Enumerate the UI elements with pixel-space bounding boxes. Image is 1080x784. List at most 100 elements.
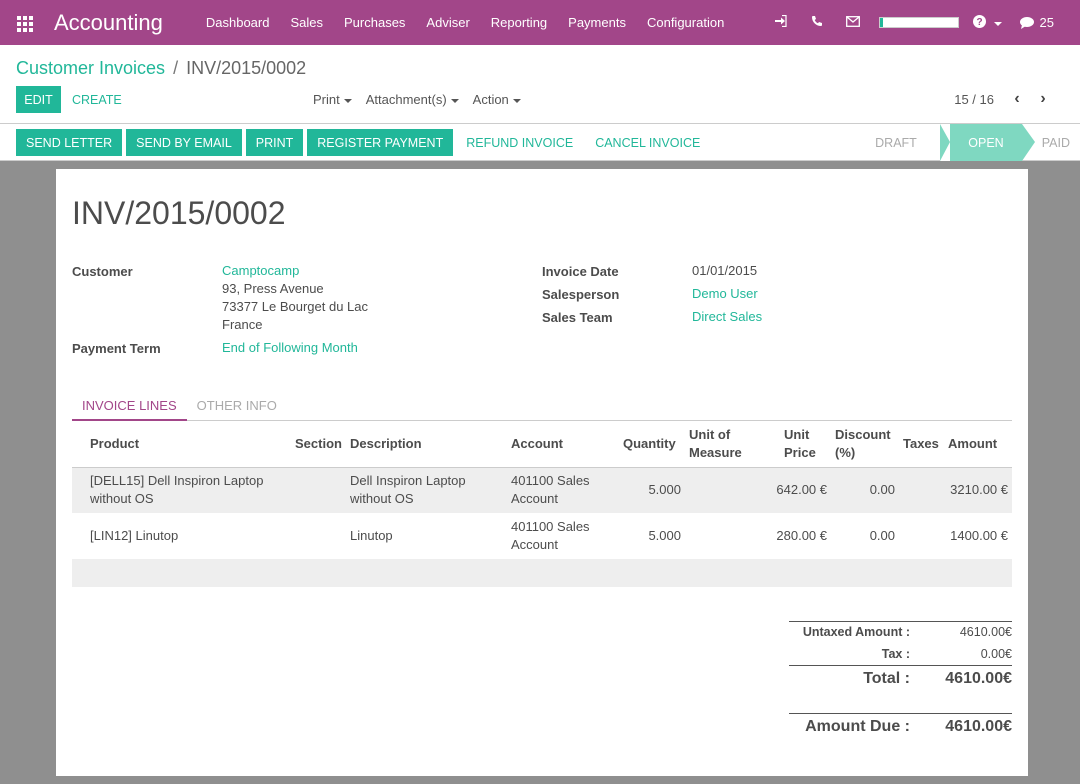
cell-account: 401100 Sales Account <box>511 519 590 552</box>
action-dropdown[interactable]: Action <box>473 92 521 107</box>
address-line: 73377 Le Bourget du Lac <box>222 299 369 314</box>
svg-text:?: ? <box>976 17 982 28</box>
status-bar: Send Letter Send by Email Print Register… <box>0 123 1080 161</box>
chevron-right-icon[interactable]: › <box>1036 90 1050 108</box>
cell-uom <box>685 467 770 513</box>
send-by-email-button[interactable]: Send by Email <box>126 129 242 156</box>
envelope-icon[interactable] <box>835 15 871 30</box>
breadcrumb-parent[interactable]: Customer Invoices <box>16 58 165 79</box>
navbar-systray: ? 25 <box>763 0 1080 45</box>
invoice-date-value: 01/01/2015 <box>692 263 758 278</box>
col-taxes[interactable]: Taxes <box>899 421 944 467</box>
help-dropdown[interactable]: ? <box>972 14 1002 31</box>
chevron-down-icon <box>450 98 459 103</box>
send-letter-button[interactable]: Send Letter <box>16 129 123 156</box>
salesperson-link[interactable]: Demo User <box>692 285 758 303</box>
payment-term-label: Payment Term <box>72 341 161 356</box>
col-account[interactable]: Account <box>507 421 619 467</box>
cell-uom <box>685 513 770 559</box>
apps-grid-icon[interactable] <box>17 15 35 32</box>
pager-value[interactable]: 15 / 16 <box>954 92 994 107</box>
menu-configuration[interactable]: Configuration <box>647 15 724 30</box>
sales-team-link[interactable]: Direct Sales <box>692 308 762 326</box>
total-value: 4610.00€ <box>945 670 1012 687</box>
cell-taxes <box>899 513 944 559</box>
cancel-invoice-button[interactable]: Cancel Invoice <box>586 129 709 156</box>
cell-description: Linutop <box>350 528 393 543</box>
col-unit-price[interactable]: Unit Price <box>770 421 831 467</box>
cell-quantity: 5.000 <box>648 482 681 498</box>
menu-payments[interactable]: Payments <box>568 15 626 30</box>
create-button[interactable]: Create <box>64 86 130 113</box>
menu-dashboard[interactable]: Dashboard <box>206 15 270 30</box>
messages-button[interactable]: 25 <box>1019 15 1054 30</box>
amount-due-value: 4610.00€ <box>945 718 1012 735</box>
cell-taxes <box>899 467 944 513</box>
breadcrumb: Customer Invoices / INV/2015/0002 <box>16 58 306 79</box>
menu-purchases[interactable]: Purchases <box>344 15 405 30</box>
notebook-tabs: Invoice Lines Other Info <box>72 396 1012 421</box>
customer-label: Customer <box>72 264 133 279</box>
pager: 15 / 16 ‹ › <box>954 90 1050 108</box>
print-button[interactable]: Print <box>245 129 304 156</box>
help-icon: ? <box>972 14 986 28</box>
cell-account: 401100 Sales Account <box>511 473 590 507</box>
chat-icon <box>1019 16 1034 29</box>
chevron-down-icon <box>512 98 521 103</box>
cell-unit-price: 642.00 € <box>776 482 827 498</box>
col-discount[interactable]: Discount (%) <box>831 421 899 467</box>
cell-unit-price: 280.00 € <box>776 528 827 543</box>
sales-team-label: Sales Team <box>542 310 613 325</box>
cell-quantity: 5.000 <box>648 528 681 543</box>
table-row[interactable]: [LIN12] Linutop Linutop 401100 Sales Acc… <box>72 513 1012 559</box>
stage-draft[interactable]: Draft <box>862 124 940 161</box>
progress-bar <box>878 17 959 28</box>
chevron-left-icon[interactable]: ‹ <box>1010 90 1024 108</box>
untaxed-label: Untaxed Amount : <box>802 625 910 639</box>
tax-value: 0.00€ <box>980 646 1012 661</box>
register-payment-button[interactable]: Register Payment <box>307 129 454 156</box>
invoice-totals: Untaxed Amount : 4610.00€ Tax : 0.00€ To… <box>789 621 1012 740</box>
total-row: Total : 4610.00€ <box>789 666 1012 692</box>
action-label: Action <box>472 92 509 107</box>
col-uom[interactable]: Unit of Measure <box>685 421 770 467</box>
menu-sales[interactable]: Sales <box>290 15 323 30</box>
untaxed-row: Untaxed Amount : 4610.00€ <box>789 622 1012 642</box>
customer-field: Camptocamp 93, Press Avenue 73377 Le Bou… <box>222 262 368 334</box>
menu-reporting[interactable]: Reporting <box>491 15 547 30</box>
col-section[interactable]: Section <box>291 421 346 467</box>
col-quantity[interactable]: Quantity <box>619 421 685 467</box>
cell-description: Dell Inspiron Laptop without OS <box>350 473 466 507</box>
edit-button[interactable]: Edit <box>16 86 61 113</box>
attachments-label: Attachment(s) <box>365 92 447 107</box>
breadcrumb-separator: / <box>173 58 179 78</box>
col-amount[interactable]: Amount <box>944 421 1012 467</box>
refund-invoice-button[interactable]: Refund Invoice <box>457 129 582 156</box>
col-description[interactable]: Description <box>346 421 507 467</box>
messages-count: 25 <box>1039 15 1054 30</box>
sign-in-icon[interactable] <box>763 14 799 30</box>
phone-icon[interactable] <box>799 15 835 30</box>
breadcrumb-current: INV/2015/0002 <box>186 58 307 78</box>
salesperson-label: Salesperson <box>542 287 620 302</box>
print-dropdown[interactable]: Print <box>313 92 352 107</box>
invoice-number: INV/2015/0002 <box>72 195 286 231</box>
attachments-dropdown[interactable]: Attachment(s) <box>366 92 459 107</box>
tab-invoice-lines[interactable]: Invoice Lines <box>72 396 187 421</box>
address-line: 93, Press Avenue <box>222 281 324 296</box>
tab-other-info[interactable]: Other Info <box>187 396 287 421</box>
payment-term-link[interactable]: End of Following Month <box>222 339 358 357</box>
table-row[interactable]: [DELL15] Dell Inspiron Laptop without OS… <box>72 467 1012 513</box>
sidebar-actions: Print Attachment(s) Action <box>313 92 521 107</box>
menu-adviser[interactable]: Adviser <box>426 15 469 30</box>
customer-link[interactable]: Camptocamp <box>222 262 368 280</box>
print-label: Print <box>313 92 340 107</box>
invoice-sheet: INV/2015/0002 Customer Camptocamp 93, Pr… <box>56 169 1028 776</box>
cell-product: [DELL15] Dell Inspiron Laptop without OS <box>90 473 264 507</box>
stage-open[interactable]: Open <box>940 124 1035 161</box>
invoice-lines-table: Product Section Description Account Quan… <box>72 421 1012 587</box>
amount-due-row: Amount Due : 4610.00€ <box>789 714 1012 740</box>
cell-product: [LIN12] Linutop <box>90 528 179 543</box>
cell-amount: 3210.00 € <box>950 482 1008 498</box>
col-product[interactable]: Product <box>72 421 291 467</box>
